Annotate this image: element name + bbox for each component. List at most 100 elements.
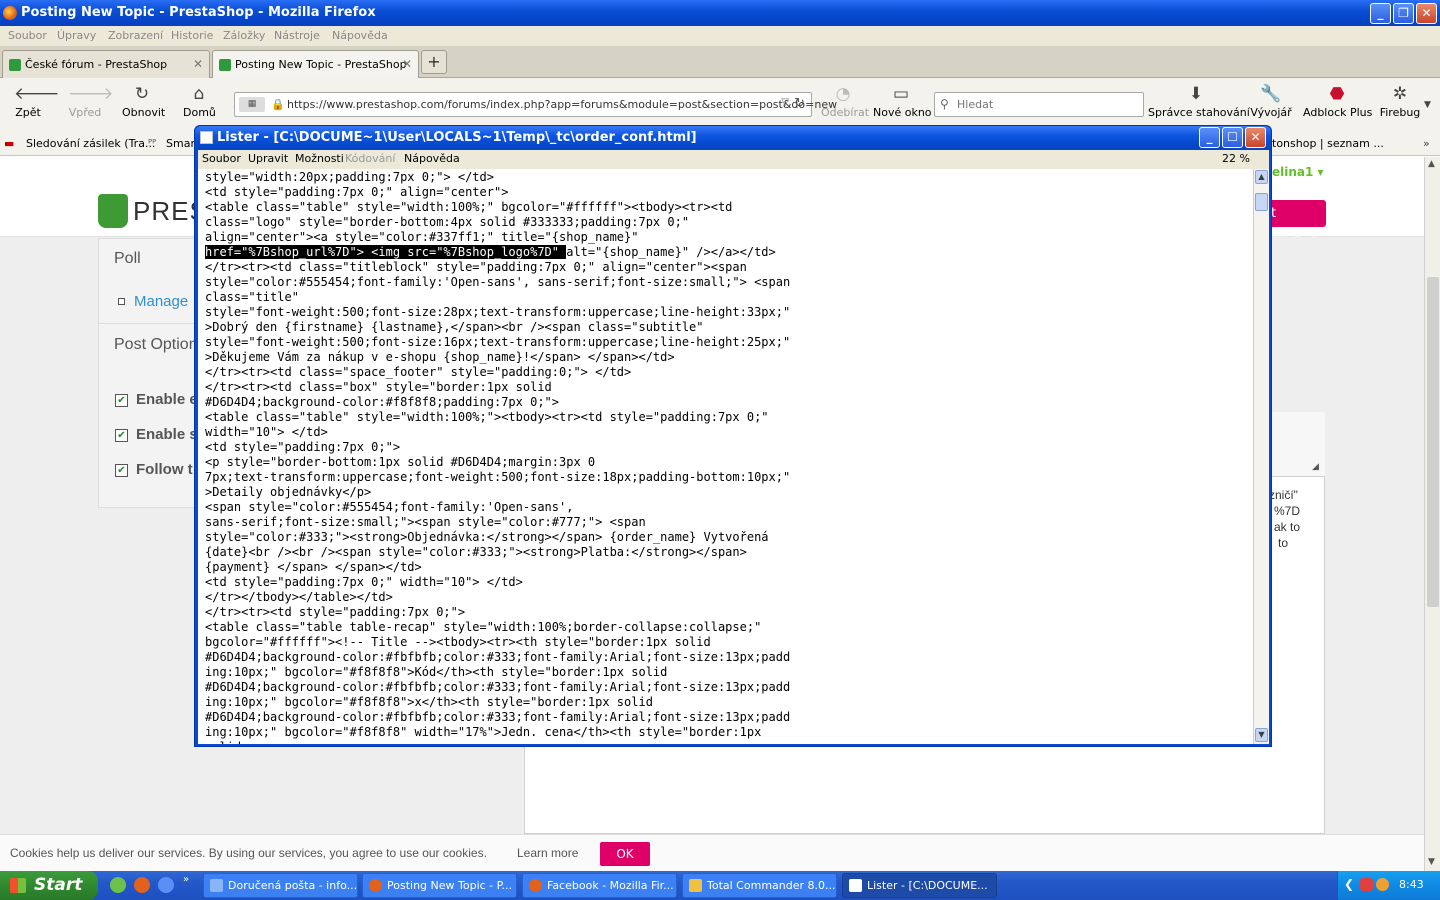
- lister-minimize-button[interactable]: _: [1199, 127, 1220, 148]
- bullet-icon: [118, 298, 125, 305]
- back-label: Zpět: [15, 106, 41, 119]
- back-button[interactable]: 🡐 Zpět: [14, 84, 60, 119]
- tab-posting-new-topic[interactable]: Posting New Topic - PrestaShop ✕: [212, 50, 419, 78]
- task-label: Posting New Topic - P...: [387, 879, 513, 892]
- taskbar-item-lister[interactable]: Lister - [C:\DOCUME...: [842, 873, 997, 898]
- lister-text-view[interactable]: style="width:20px;padding:7px 0;"> </td>…: [198, 169, 1253, 744]
- selected-text[interactable]: href="%7Bshop_url%7D"> <img src="%7Bshop…: [205, 245, 567, 259]
- firefox-title-bar[interactable]: Posting New Topic - PrestaShop - Mozilla…: [0, 0, 1440, 26]
- bookmark-tonshop[interactable]: tonshop | seznam ...: [1272, 137, 1384, 150]
- enable-emoticons-checkbox[interactable]: ✔: [115, 394, 128, 407]
- editor-text: zničí": [1269, 488, 1298, 502]
- poll-heading[interactable]: Poll: [114, 250, 141, 268]
- lister-menu-help[interactable]: Nápověda: [404, 152, 460, 165]
- start-button[interactable]: Start: [0, 871, 98, 900]
- menu-bookmarks[interactable]: Záložky: [223, 29, 265, 42]
- chevron-down-icon[interactable]: ▽: [781, 97, 789, 108]
- minimize-button[interactable]: _: [1370, 3, 1391, 24]
- downloads-button[interactable]: ⬇ Správce stahování: [1148, 84, 1250, 119]
- taskbar-item-mail[interactable]: Doručená pošta - info...: [203, 873, 358, 898]
- chevron-left-icon[interactable]: ❮: [1344, 877, 1354, 891]
- search-bar[interactable]: ⚲: [934, 92, 1144, 117]
- scroll-down-icon[interactable]: ▼: [1428, 857, 1435, 867]
- forward-button[interactable]: 🡒 Vpřed: [68, 84, 114, 119]
- menu-history[interactable]: Historie: [171, 29, 213, 42]
- developer-button[interactable]: 🔧 Vývojář: [1250, 84, 1292, 119]
- firefox-menu-bar: Soubor Úpravy Zobrazení Historie Záložky…: [0, 26, 1440, 46]
- chevron-right-icon[interactable]: »: [1423, 137, 1430, 150]
- url-text[interactable]: https://www.prestashop.com/forums/index.…: [287, 98, 837, 111]
- menu-view[interactable]: Zobrazení: [108, 29, 163, 42]
- tab-bar: České fórum - PrestaShop ✕ Posting New T…: [0, 46, 1440, 78]
- site-identity-icon[interactable]: ▦: [239, 97, 265, 112]
- lister-scrollbar[interactable]: ▲ ▼: [1253, 169, 1269, 744]
- task-label: Facebook - Mozilla Fir...: [547, 879, 674, 892]
- close-tab-icon[interactable]: ✕: [193, 57, 203, 71]
- url-bar[interactable]: ▦ 🔒 https://www.prestashop.com/forums/in…: [234, 92, 837, 117]
- new-window-button[interactable]: ▭ Nové okno: [873, 84, 932, 119]
- scroll-down-icon[interactable]: ▼: [1255, 728, 1268, 742]
- learn-more-link[interactable]: Learn more: [517, 846, 578, 860]
- file-content[interactable]: style="width:20px;padding:7px 0;"> </td>…: [205, 170, 790, 744]
- adblock-button[interactable]: ⬣ Adblock Plus: [1303, 84, 1372, 119]
- search-input[interactable]: [957, 96, 1137, 113]
- bookmark-icon: ᴾᴾ: [148, 137, 157, 150]
- scrollbar-thumb[interactable]: [1427, 277, 1439, 607]
- scroll-up-icon[interactable]: ▲: [1255, 170, 1268, 184]
- start-label: Start: [34, 875, 83, 895]
- firebug-button[interactable]: ✲ Firebug: [1378, 84, 1422, 119]
- post-options-heading: Post Option: [114, 336, 198, 353]
- bookmark-icon: ▬: [4, 137, 15, 150]
- quicklaunch-icon[interactable]: [110, 877, 126, 893]
- page-scrollbar[interactable]: ▲ ▼: [1424, 157, 1440, 871]
- lister-title-bar[interactable]: Lister - [C:\DOCUME~1\User\LOCALS~1\Temp…: [195, 126, 1271, 150]
- editor-text: to: [1278, 536, 1289, 550]
- lister-menu-encoding[interactable]: Kódování: [345, 152, 395, 165]
- lister-window-title: Lister - [C:\DOCUME~1\User\LOCALS~1\Temp…: [217, 130, 697, 145]
- scroll-up-icon[interactable]: ▲: [1428, 159, 1435, 169]
- firefox-quicklaunch-icon[interactable]: [134, 877, 150, 893]
- user-menu[interactable]: elina1 ▾: [1272, 165, 1324, 179]
- lister-maximize-button[interactable]: ☐: [1222, 127, 1243, 148]
- taskbar-item-facebook[interactable]: Facebook - Mozilla Fir...: [522, 873, 677, 898]
- new-tab-button[interactable]: +: [421, 50, 447, 74]
- tab-label: České fórum - PrestaShop: [25, 58, 168, 71]
- menu-help[interactable]: Nápověda: [332, 29, 388, 42]
- follow-topic-checkbox[interactable]: ✔: [115, 464, 128, 477]
- total-commander-icon: [689, 879, 702, 892]
- mail-icon: [210, 879, 223, 892]
- menu-edit[interactable]: Úpravy: [57, 29, 96, 42]
- chevron-down-icon[interactable]: ▼: [1424, 100, 1431, 110]
- lister-menu-file[interactable]: Soubor: [202, 152, 241, 165]
- lister-close-button[interactable]: ✕: [1245, 127, 1266, 148]
- bookmark-tracking[interactable]: Sledování zásilek (Tra...: [26, 137, 155, 150]
- menu-file[interactable]: Soubor: [8, 29, 47, 42]
- close-button[interactable]: ✕: [1416, 3, 1437, 24]
- taskbar-item-total-commander[interactable]: Total Commander 8.0...: [682, 873, 837, 898]
- lister-menu-edit[interactable]: Upravit: [248, 152, 288, 165]
- taskbar-item-posting[interactable]: Posting New Topic - P...: [362, 873, 517, 898]
- reload-button[interactable]: ↻ Obnovit: [122, 84, 165, 119]
- menu-tools[interactable]: Nástroje: [274, 29, 320, 42]
- tray-app-icon[interactable]: [1360, 878, 1373, 891]
- tray-app-icon[interactable]: [1376, 878, 1389, 891]
- document-icon: [849, 879, 862, 892]
- restore-button[interactable]: ❐: [1393, 3, 1414, 24]
- lister-menu-options[interactable]: Možnosti: [295, 152, 344, 165]
- prestashop-logo-icon[interactable]: [98, 194, 128, 228]
- home-button[interactable]: ⌂ Domů: [183, 84, 216, 119]
- close-tab-icon[interactable]: ✕: [402, 57, 412, 71]
- code-text: alt="{shop_name}" /></a></td> </tr><tr><…: [205, 245, 791, 744]
- enable-signature-checkbox[interactable]: ✔: [115, 429, 128, 442]
- reload-icon[interactable]: ↻: [794, 96, 805, 111]
- tab-czech-forum[interactable]: České fórum - PrestaShop ✕: [2, 50, 210, 78]
- manage-poll-link[interactable]: Manage: [134, 293, 188, 310]
- quicklaunch-icon[interactable]: [158, 877, 174, 893]
- chevron-right-icon[interactable]: »: [183, 874, 189, 885]
- cookie-ok-button[interactable]: OK: [600, 842, 650, 866]
- scrollbar-thumb[interactable]: [1255, 193, 1268, 211]
- prestashop-favicon: [219, 59, 231, 71]
- resize-handle-icon[interactable]: ◢: [1312, 462, 1319, 472]
- task-label: Lister - [C:\DOCUME...: [867, 879, 988, 892]
- get-started-button[interactable]: t started: [1265, 200, 1326, 248]
